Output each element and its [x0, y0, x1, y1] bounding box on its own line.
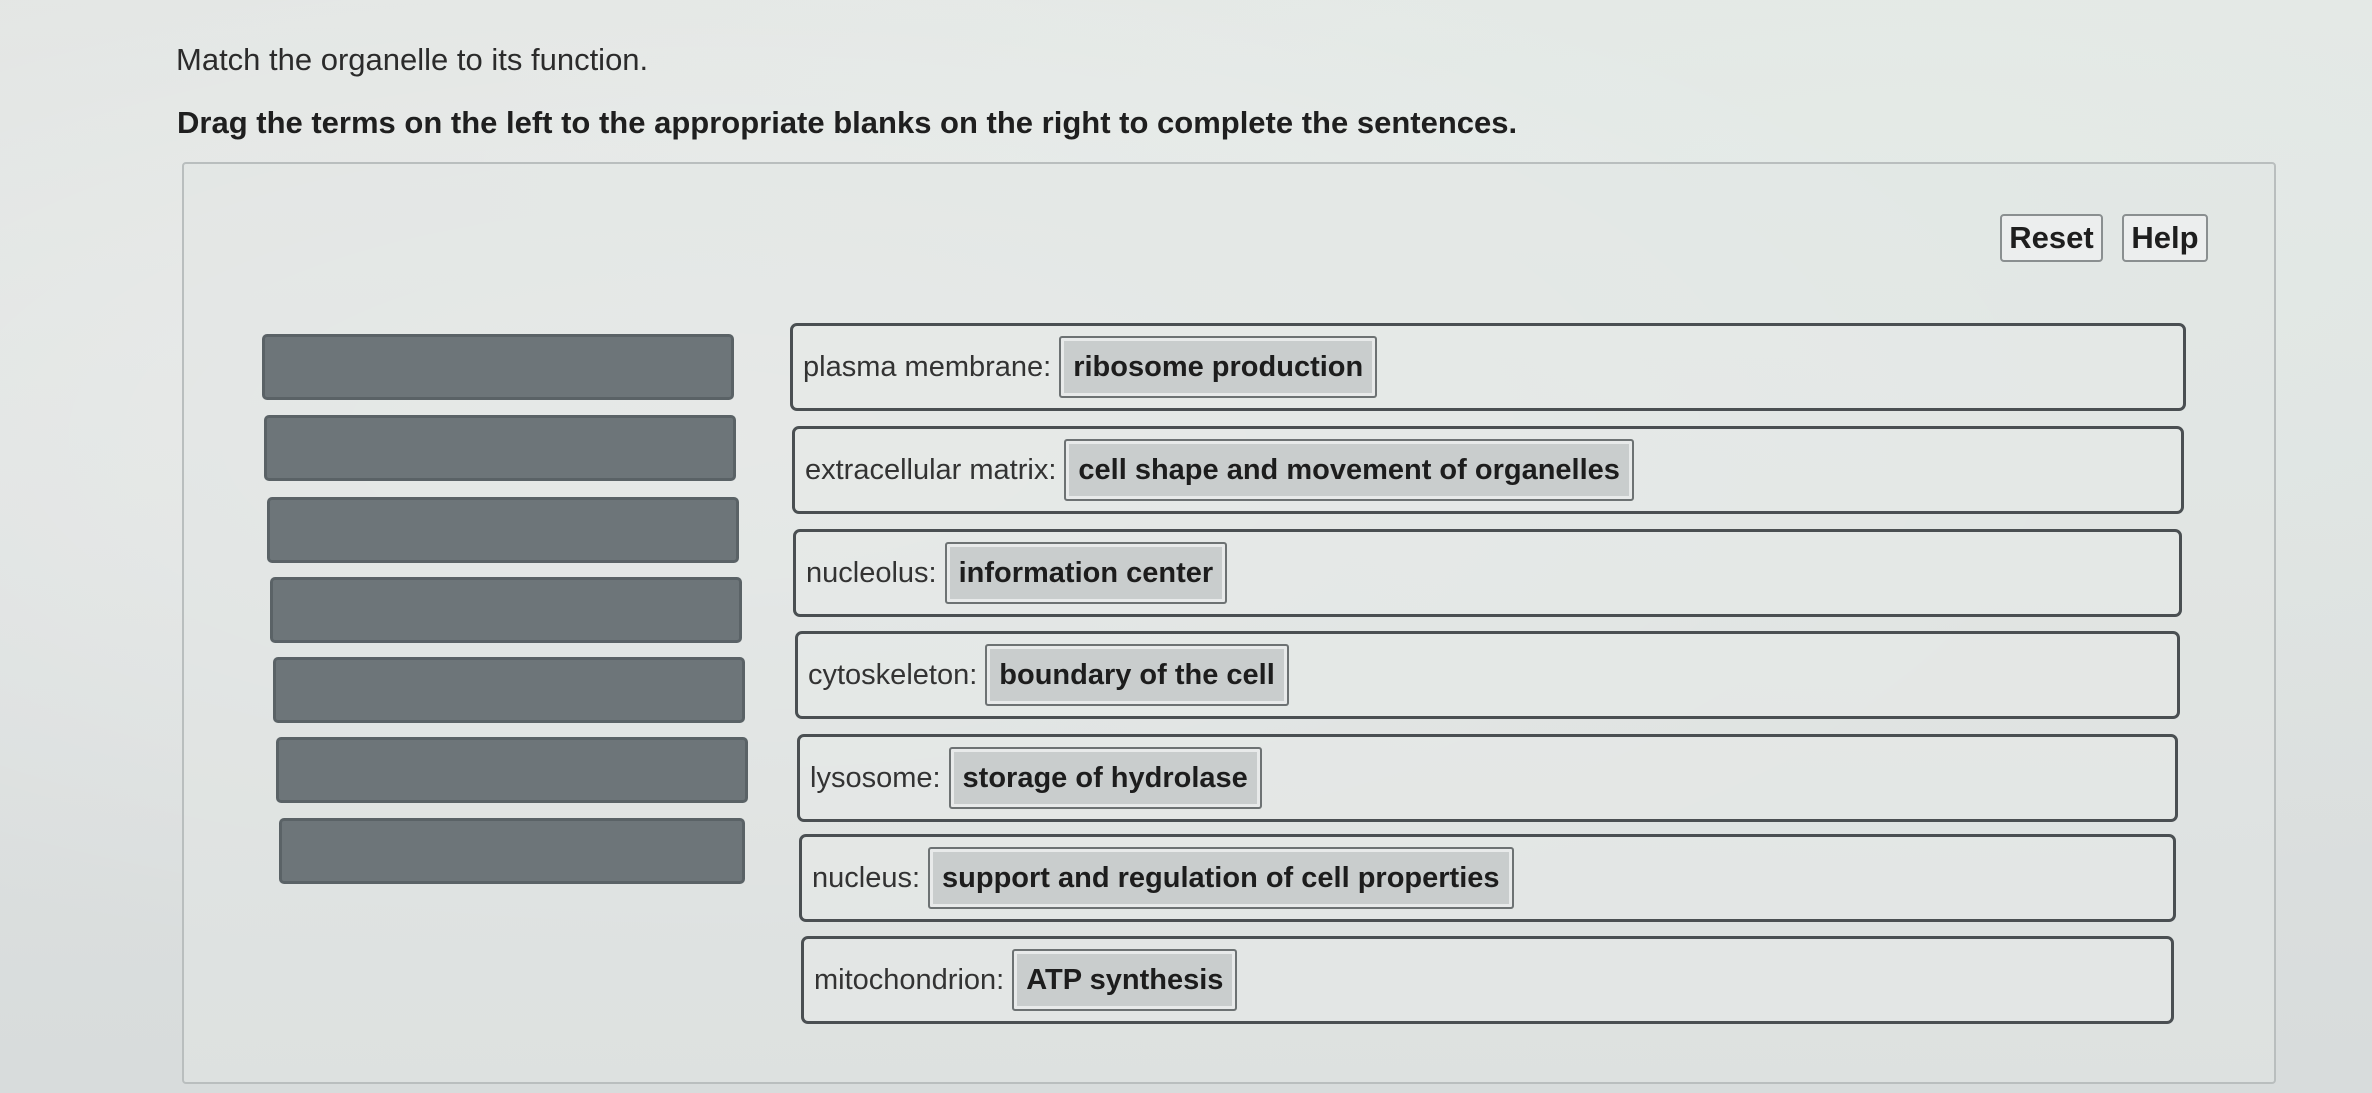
- organelle-label: cytoskeleton:: [808, 658, 978, 691]
- organelle-label: plasma membrane:: [803, 350, 1052, 383]
- sentence-row-plasma-membrane: plasma membrane: ribosome production: [790, 323, 2186, 411]
- organelle-label: extracellular matrix:: [805, 453, 1057, 486]
- term-slot-empty: [264, 415, 736, 481]
- sentence-row-cytoskeleton: cytoskeleton: boundary of the cell: [795, 631, 2180, 719]
- term-slot-empty: [273, 657, 745, 723]
- term-slot-empty: [270, 577, 742, 643]
- term-slot-empty: [276, 737, 748, 803]
- question-directions: Drag the terms on the left to the approp…: [177, 105, 1518, 140]
- answer-chip[interactable]: storage of hydrolase: [948, 747, 1262, 809]
- sentence-row-nucleus: nucleus: support and regulation of cell …: [799, 834, 2176, 922]
- organelle-label: nucleolus:: [806, 556, 937, 589]
- sentence-row-nucleolus: nucleolus: information center: [793, 529, 2182, 617]
- term-slot-empty: [262, 334, 734, 400]
- sentence-row-extracellular-matrix: extracellular matrix: cell shape and mov…: [792, 426, 2184, 514]
- sentence-row-lysosome: lysosome: storage of hydrolase: [797, 734, 2178, 822]
- answer-chip[interactable]: ribosome production: [1059, 336, 1378, 398]
- answer-chip[interactable]: ATP synthesis: [1012, 949, 1238, 1011]
- answer-chip[interactable]: boundary of the cell: [985, 644, 1289, 706]
- answer-chip[interactable]: support and regulation of cell propertie…: [928, 847, 1514, 909]
- sentence-row-mitochondrion: mitochondrion: ATP synthesis: [801, 936, 2174, 1024]
- help-button[interactable]: Help: [2122, 214, 2208, 262]
- question-instruction: Match the organelle to its function.: [176, 42, 649, 77]
- answer-chip[interactable]: cell shape and movement of organelles: [1064, 439, 1634, 501]
- organelle-label: nucleus:: [812, 861, 921, 894]
- reset-button[interactable]: Reset: [2000, 214, 2103, 262]
- organelle-label: lysosome:: [810, 761, 941, 794]
- answer-chip[interactable]: information center: [944, 542, 1228, 604]
- term-slot-empty: [279, 818, 745, 884]
- term-slot-empty: [267, 497, 739, 563]
- organelle-label: mitochondrion:: [814, 963, 1005, 996]
